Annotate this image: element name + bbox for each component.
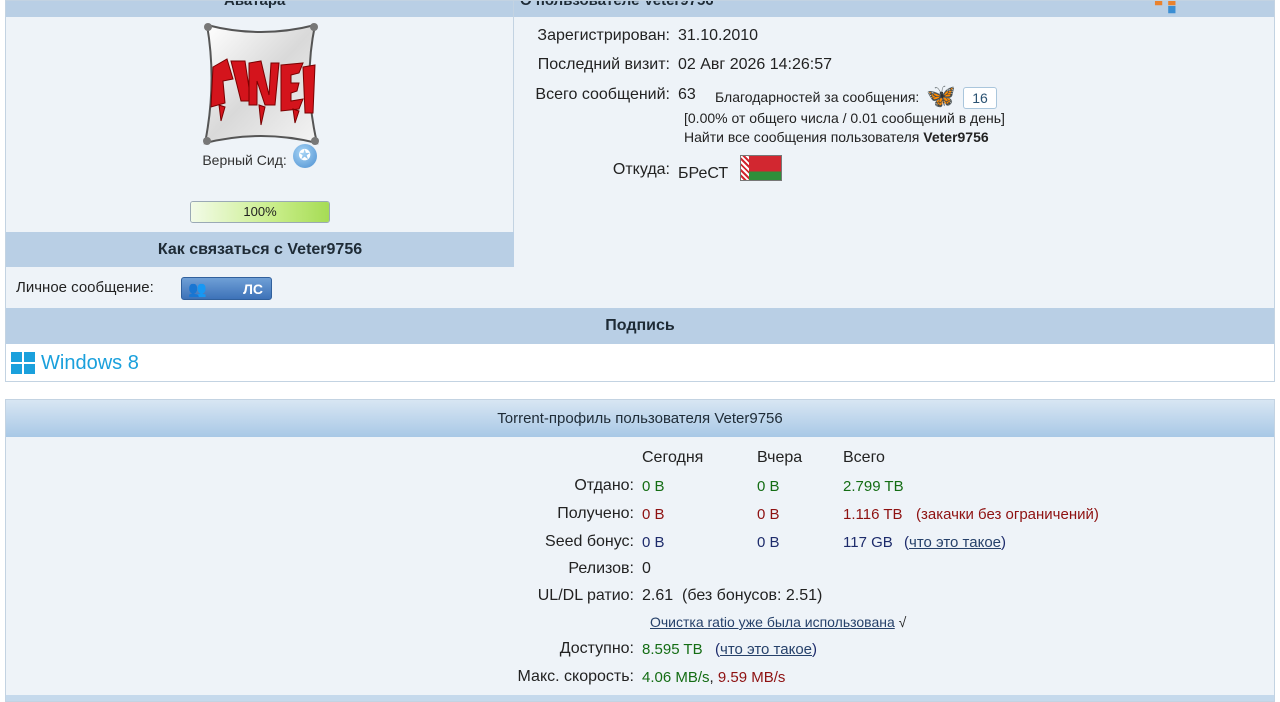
pm-button-label: ЛС (243, 281, 263, 297)
profile-right-column: О пользователе Veter9756 ■ ■ ■ ■ ■ Зарег… (514, 1, 1274, 308)
people-icon: 👥 (188, 281, 207, 298)
bonus-total: 117 GB (843, 534, 893, 551)
available-help: (что это такое) (715, 641, 817, 658)
available-help-link[interactable]: что это такое (720, 641, 812, 658)
bonus-yesterday: 0 B (757, 534, 780, 551)
downloaded-note: (закачки без ограничений) (916, 506, 1099, 523)
ratio-label: UL/DL ратио: (537, 587, 634, 604)
uploaded-today: 0 B (642, 478, 665, 495)
downloaded-total: 1.116 TB (843, 506, 903, 523)
registered-value: 31.10.2010 (678, 27, 759, 44)
seed-progress-label: 100% (243, 204, 277, 219)
avatar-header-text: Аватара (224, 1, 285, 9)
windows-logo-icon (11, 352, 35, 374)
registered-label: Зарегистрирован: (537, 27, 670, 44)
col-today: Сегодня (642, 449, 704, 466)
thanks-count-badge: 16 (963, 87, 997, 109)
uploaded-yesterday: 0 B (757, 478, 780, 495)
find-posts-link[interactable]: Найти все сообщения пользователя Veter97… (684, 129, 989, 145)
col-yesterday: Вчера (757, 449, 803, 466)
bonus-today: 0 B (642, 534, 665, 551)
belarus-flag-icon (740, 155, 782, 181)
speed-label: Макс. скорость: (517, 668, 634, 685)
last-visit-value: 02 Авг 2026 14:26:57 (678, 56, 833, 73)
ratio-value: 2.61 (без бонусов: 2.51) (642, 587, 823, 604)
uploaded-total: 2.799 TB (843, 478, 904, 495)
speed-values: 4.06 MB/s, 9.59 MB/s (642, 669, 785, 686)
user-profile-panel: Аватара (5, 0, 1275, 382)
private-message-button[interactable]: 👥 ЛС (181, 277, 272, 300)
info-header-text: О пользователе Veter9756 (520, 1, 714, 9)
last-visit-label: Последний визит: (537, 56, 670, 73)
speed-download: 9.59 MB/s (717, 669, 786, 686)
torrent-footer-bar (6, 695, 1274, 701)
downloaded-today: 0 B (642, 506, 665, 523)
avatar-header: Аватара (6, 1, 513, 17)
pm-label: Личное сообщение: (16, 279, 154, 296)
signature-header: Подпись (6, 308, 1274, 344)
ratio-clean-link[interactable]: Очистка ratio уже была использована (650, 614, 895, 630)
releases-label: Релизов: (568, 560, 634, 577)
available-label: Доступно: (559, 640, 634, 657)
profile-left-column: Аватара (6, 1, 514, 308)
bonus-label: Seed бонус: (545, 533, 634, 550)
ratio-clean-mark: √ (898, 614, 907, 630)
contact-row: Личное сообщение: 👥 ЛС (6, 267, 514, 308)
share-icons[interactable]: ■ ■ ■ ■ ■ (1154, 1, 1176, 17)
bonus-help: (что это такое) (904, 534, 1006, 551)
speed-separator: , (709, 669, 714, 686)
contact-header: Как связаться с Veter9756 (6, 232, 514, 267)
seed-status: Верный Сид: ✪ (6, 144, 513, 175)
available-value: 8.595 TB (642, 641, 703, 658)
posts-value: 63 (678, 86, 696, 103)
butterfly-thanks-icon[interactable]: 🦋 (926, 84, 960, 110)
signature-text: Windows 8 (41, 352, 139, 374)
downloaded-label: Получено: (557, 505, 634, 522)
available-help-close: ) (812, 641, 818, 658)
releases-value: 0 (642, 560, 651, 577)
seed-progress-bar: 100% (190, 201, 330, 223)
from-value: БРеСТ (678, 165, 729, 182)
star-badge-icon: ✪ (292, 144, 317, 168)
speed-upload: 4.06 MB/s (642, 669, 710, 686)
from-label: Откуда: (612, 161, 670, 178)
info-header: О пользователе Veter9756 ■ ■ ■ ■ ■ (514, 1, 1274, 17)
uploaded-label: Отдано: (574, 477, 634, 494)
torrent-profile-panel: Torrent-профиль пользователя Veter9756 С… (5, 399, 1275, 702)
torrent-profile-header: Torrent-профиль пользователя Veter9756 (6, 400, 1274, 437)
signature-body: Windows 8 (6, 344, 1274, 381)
bonus-help-close: ) (1001, 534, 1007, 551)
find-posts-prefix: Найти все сообщения пользователя (684, 129, 920, 145)
posts-label: Всего сообщений: (535, 86, 670, 103)
posts-share: [0.00% от общего числа / 0.01 сообщений … (684, 110, 1005, 126)
find-posts-user: Veter9756 (923, 129, 989, 145)
thanks-label: Благодарностей за сообщения: (715, 89, 920, 105)
seed-title: Верный Сид: (202, 152, 287, 168)
bonus-help-link[interactable]: что это такое (909, 534, 1001, 551)
user-avatar (203, 23, 319, 145)
ratio-clean: Очистка ratio уже была использована √ (650, 614, 906, 630)
downloaded-yesterday: 0 B (757, 506, 780, 523)
col-total: Всего (843, 449, 885, 466)
